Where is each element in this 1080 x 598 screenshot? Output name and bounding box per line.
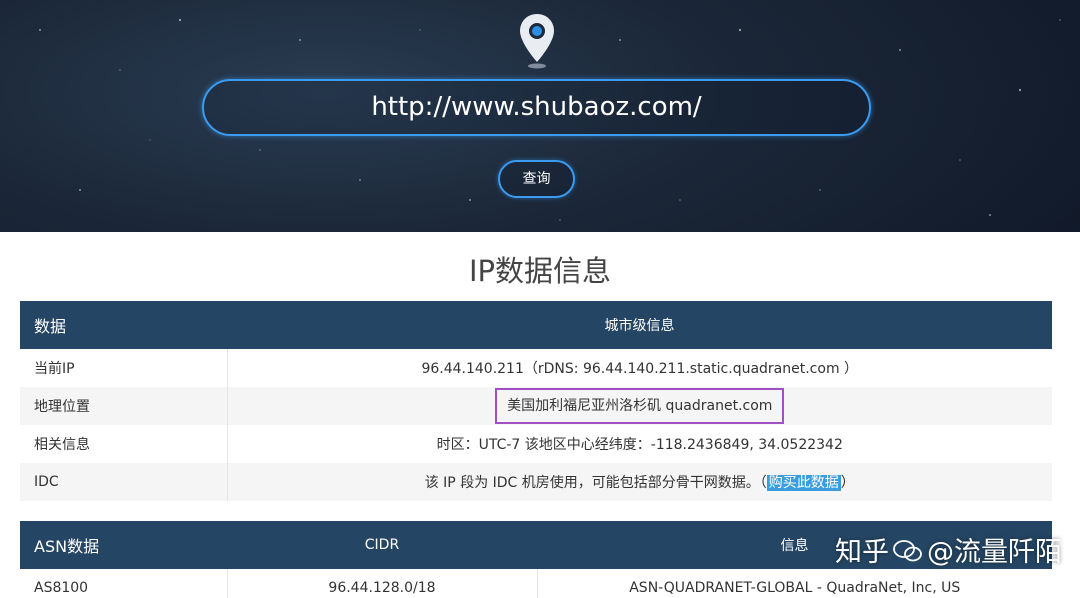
row-value-idc: 该 IP 段为 IDC 机房使用，可能包括部分骨干网数据。（ 购买此数据） [227, 463, 1052, 501]
row-value-current-ip: 96.44.140.211（rDNS: 96.44.140.211.static… [421, 361, 859, 377]
table-header-row: 数据 城市级信息 [20, 301, 1052, 349]
buy-data-link[interactable]: 购买此数据 [766, 475, 841, 491]
row-label-idc: IDC [20, 463, 228, 501]
row-value-location: 美国加利福尼亚州洛杉矶 quadranet.com [227, 387, 1052, 425]
search-hero: http://www.shubaoz.com/ 查询 [0, 0, 1080, 232]
zhihu-watermark: 知乎 @流量阡陌 [835, 530, 1062, 569]
table-row: 当前IP 96.44.140.211（rDNS: 96.44.140.211.s… [20, 349, 1052, 387]
asn-number: AS8100 [20, 569, 228, 598]
table-row: 地理位置 美国加利福尼亚州洛杉矶 quadranet.com [20, 387, 1052, 425]
table-row: IDC 该 IP 段为 IDC 机房使用，可能包括部分骨干网数据。（ 购买此数据） [20, 463, 1052, 501]
wechat-icon [893, 540, 922, 562]
watermark-site: 知乎 [835, 537, 889, 568]
query-button[interactable]: 查询 [498, 160, 575, 198]
row-label-location: 地理位置 [20, 387, 228, 425]
location-pin-icon [520, 14, 554, 69]
asn-cidr: 96.44.128.0/18 [227, 569, 538, 598]
row-label-current-ip: 当前IP [20, 349, 228, 387]
table-row: 相关信息 时区：UTC-7 该地区中心经纬度：-118.2436849, 34.… [20, 425, 1052, 463]
asn-info: ASN-QUADRANET-GLOBAL - QuadraNet, Inc, U… [629, 580, 961, 596]
location-highlight-box: 美国加利福尼亚州洛杉矶 quadranet.com [495, 388, 785, 424]
row-value-related-info: 时区：UTC-7 该地区中心经纬度：-118.2436849, 34.05223… [436, 437, 843, 453]
idc-text-suffix: ） [840, 475, 855, 491]
column-header-data: 数据 [20, 301, 227, 349]
row-label-related-info: 相关信息 [20, 425, 228, 463]
watermark-author: @流量阡陌 [927, 537, 1062, 568]
column-header-asn: ASN数据 [20, 521, 227, 569]
column-header-cidr: CIDR [227, 521, 537, 569]
idc-text-prefix: 该 IP 段为 IDC 机房使用，可能包括部分骨干网数据。（ [424, 475, 767, 491]
column-header-city-info: 城市级信息 [227, 301, 1052, 349]
url-search-input[interactable]: http://www.shubaoz.com/ [202, 79, 871, 136]
table-row: AS8100 96.44.128.0/18 ASN-QUADRANET-GLOB… [20, 569, 1052, 598]
ip-info-table: 数据 城市级信息 当前IP 96.44.140.211（rDNS: 96.44.… [20, 301, 1052, 501]
ip-section-title: IP数据信息 [468, 254, 612, 288]
